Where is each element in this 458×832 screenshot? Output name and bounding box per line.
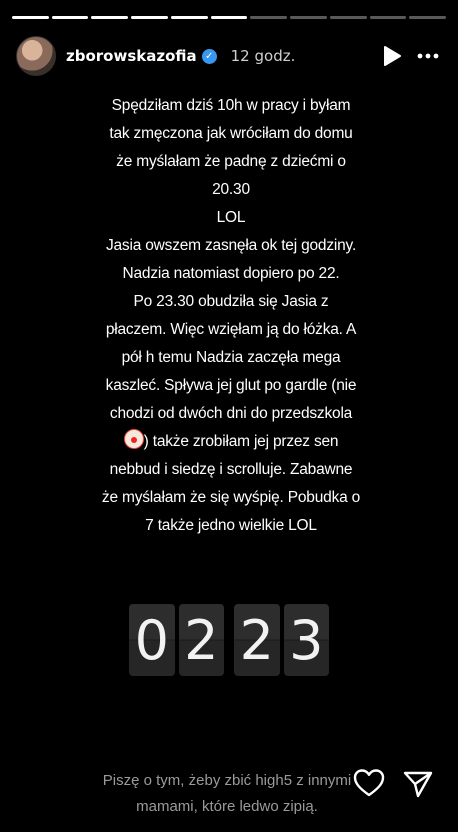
story-line: Jasia owszem zasnęła ok tej godziny. [105, 237, 357, 254]
flip-clock-sticker: 0 2 2 3 [129, 604, 329, 676]
progress-segment [250, 16, 288, 19]
story-line: Nadzia natomiast dopiero po 22. [122, 265, 340, 282]
clock-digit: 3 [283, 604, 329, 676]
more-icon[interactable] [412, 40, 444, 72]
story-text: Spędziłam dziś 10h w pracy i byłam tak z… [94, 92, 368, 540]
post-time: 12 godz. [230, 47, 296, 65]
caption-line: mamami, które ledwo zipią. [136, 798, 318, 815]
story-line: ) także zrobiłam jej przez sen [143, 433, 339, 450]
verified-badge-icon: ✓ [201, 48, 217, 64]
send-icon[interactable] [403, 770, 433, 802]
story-line: że myślałam że padnę z dziećmi o [116, 153, 346, 170]
clock-digit: 0 [129, 604, 175, 676]
story-line: pół h temu Nadzia zaczęła mega [121, 349, 341, 366]
story-footer: Piszę o tym, żeby zbić high5 z innymi ma… [0, 762, 458, 822]
progress-segment [329, 16, 367, 19]
caption-line: Piszę o tym, żeby zbić high5 z innymi [102, 772, 352, 789]
clock-digit: 2 [234, 604, 280, 676]
progress-segment [51, 16, 89, 19]
story-header: zborowskazofia ✓ 12 godz. [16, 36, 444, 76]
clock-digit: 2 [178, 604, 224, 676]
story-line: Po 23.30 obudziła się Jasia z [133, 293, 329, 310]
story-line: kaszleć. Spływa jej glut po gardle (nie [105, 377, 357, 394]
progress-segment [91, 16, 129, 19]
story-line: że myślałam że się wyśpię. Pobudka o [101, 489, 361, 506]
story-line: nebbud i siedzę i scrolluje. Zabawne [109, 461, 353, 478]
play-icon[interactable] [376, 40, 408, 72]
story-line: 7 także jedno wielkie LOL [145, 517, 317, 534]
story-line: Spędziłam dziś 10h w pracy i byłam [111, 97, 351, 114]
avatar[interactable] [16, 36, 56, 76]
clown-face-icon [123, 429, 144, 449]
story-line: LOL [216, 209, 246, 226]
progress-segment [290, 16, 327, 19]
caption: Piszę o tym, żeby zbić high5 z innymi ma… [96, 768, 358, 820]
story-line-with-emoji: ) także zrobiłam jej przez sen [94, 428, 368, 456]
progress-segment [12, 16, 49, 19]
story-line: tak zmęczona jak wróciłam do domu [109, 125, 353, 142]
story-line: chodzi od dwóch dni do przedszkola [109, 405, 353, 422]
progress-segment [409, 16, 447, 19]
story-line: płaczem. Więc wzięłam ją do łóżka. A [105, 321, 357, 338]
username[interactable]: zborowskazofia [66, 47, 197, 65]
story-line: 20.30 [212, 181, 250, 198]
heart-icon[interactable] [353, 768, 385, 802]
story-progress-bar [12, 16, 447, 19]
progress-segment [131, 16, 168, 19]
progress-segment [210, 16, 248, 19]
progress-segment [369, 16, 407, 19]
progress-segment [170, 16, 208, 19]
